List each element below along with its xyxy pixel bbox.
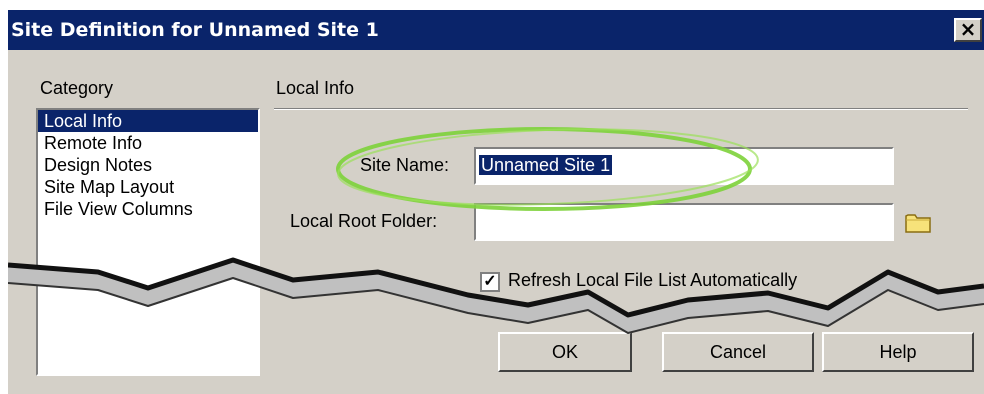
highlight-ellipse [336,127,759,211]
site-definition-dialog: Site Definition for Unnamed Site 1 × Cat… [8,10,984,394]
